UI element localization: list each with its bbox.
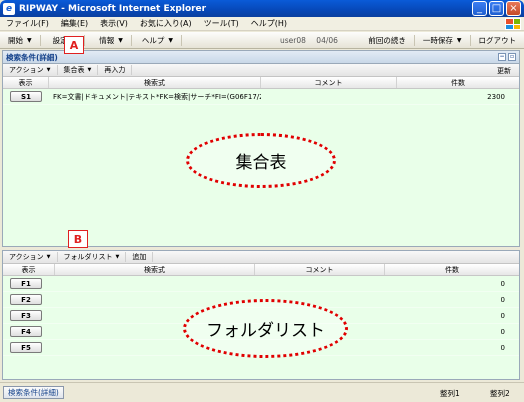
menu-bar: ファイル(F) 編集(E) 表示(V) お気に入り(A) ツール(T) ヘルプ(… [0, 17, 524, 31]
row-count: 0 [500, 279, 505, 288]
task-tab[interactable]: 検索条件(詳細) [3, 386, 64, 399]
close-icon[interactable]: × [506, 1, 521, 16]
add-label: 追加 [132, 253, 147, 261]
f3-button[interactable]: F3 [10, 310, 42, 321]
window-titlebar: e RIPWAY - Microsoft Internet Explorer [0, 0, 524, 17]
restore-icon[interactable]: ▫ [508, 53, 516, 61]
menu-view[interactable]: 表示(V) [100, 18, 128, 29]
s1-button[interactable]: S1 [10, 91, 42, 102]
callout-a: A [64, 36, 84, 54]
row-display-cell: S1 [3, 91, 49, 102]
col-comment[interactable]: コメント [255, 264, 385, 275]
re-enter-label: 再入力 [104, 66, 126, 74]
col-formula[interactable]: 検索式 [55, 264, 255, 275]
chevron-down-icon: ▼ [456, 37, 462, 44]
folder-toolbar: アクション ▼ フォルダリスト ▼ 追加 [3, 251, 519, 264]
folder-list-menu[interactable]: フォルダリスト ▼ [58, 252, 127, 262]
window-title: RIPWAY - Microsoft Internet Explorer [19, 3, 207, 14]
col-display[interactable]: 表示 [3, 264, 55, 275]
ie-icon: e [3, 2, 15, 15]
col-comment[interactable]: コメント [261, 77, 397, 88]
temp-save-button[interactable]: 一時保存 ▼ [415, 35, 471, 46]
re-enter-button[interactable]: 再入力 [98, 65, 133, 75]
status-cell-2: 整列2 [490, 389, 510, 398]
folder-list-label: フォルダリスト [63, 253, 113, 261]
minimize-icon[interactable]: _ [472, 1, 487, 16]
nav-start[interactable]: 開始 ▼ [0, 34, 41, 46]
row-display-cell: F2 [3, 294, 49, 305]
nav-info-label: 情報 [99, 35, 115, 45]
search-grid-header: 表示 検索式 コメント 件数 [3, 77, 519, 89]
chevron-down-icon: ▼ [115, 254, 120, 260]
f5-button[interactable]: F5 [10, 342, 42, 353]
f2-button[interactable]: F2 [10, 294, 42, 305]
chevron-down-icon: ▼ [168, 36, 173, 44]
table-row[interactable]: S1 FK=文書|ドキュメント|テキスト*FK=検索|サーチ*FI=(G06F1… [3, 89, 519, 105]
f4-button[interactable]: F4 [10, 326, 42, 337]
logout-button[interactable]: ログアウト [471, 35, 524, 46]
folder-grid-header: 表示 検索式 コメント 件数 [3, 264, 519, 276]
nav-right: 前回の続き 一時保存 ▼ ログアウト [360, 32, 524, 49]
logout-label: ログアウト [478, 36, 517, 45]
search-toolbar: アクション ▼ 集合表 ▼ 再入力 更新 [3, 64, 519, 77]
chevron-down-icon: ▼ [87, 67, 92, 73]
row-formula: FK=文書|ドキュメント|テキスト*FK=検索|サーチ*FI=(G06F17/2… [53, 92, 261, 101]
row-display-cell: F1 [3, 278, 49, 289]
table-row[interactable]: F1 0 [3, 276, 519, 292]
nav-help[interactable]: ヘルプ ▼ [132, 34, 182, 46]
row-display-cell: F4 [3, 326, 49, 337]
menu-favorites[interactable]: お気に入り(A) [140, 18, 192, 29]
user-info: user08 04/06 [280, 36, 346, 45]
temp-save-label: 一時保存 [422, 36, 453, 45]
status-bar: 検索条件(詳細) 整列1 整列2 [0, 382, 524, 402]
folder-action-label: アクション [9, 253, 44, 261]
nav-info[interactable]: 情報 ▼ [85, 34, 132, 46]
col-formula[interactable]: 検索式 [49, 77, 261, 88]
chevron-down-icon: ▼ [46, 254, 51, 260]
col-display[interactable]: 表示 [3, 77, 49, 88]
callout-b: B [68, 230, 88, 248]
f1-button[interactable]: F1 [10, 278, 42, 289]
menu-edit[interactable]: 編集(E) [61, 18, 88, 29]
resume-label: 前回の続き [368, 36, 406, 45]
set-table-label: 集合表 [63, 66, 85, 74]
collapse-icon[interactable]: − [498, 53, 506, 61]
menu-tools[interactable]: ツール(T) [204, 18, 239, 29]
nav-start-label: 開始 [8, 35, 23, 45]
folder-list-bubble: フォルダリスト [183, 299, 348, 358]
set-table-bubble: 集合表 [186, 133, 336, 188]
menu-help[interactable]: ヘルプ(H) [251, 18, 287, 29]
window-controls: _ □ × [472, 1, 521, 16]
user-date: 04/06 [316, 36, 338, 45]
menu-file[interactable]: ファイル(F) [6, 18, 49, 29]
action-label: アクション [9, 66, 44, 74]
panel-title: 検索条件(詳細) [6, 52, 58, 62]
status-cell-1: 整列1 [440, 389, 460, 398]
row-count: 2300 [487, 92, 505, 101]
chevron-down-icon: ▼ [27, 36, 32, 44]
panel-controls: − ▫ [498, 53, 516, 61]
col-count[interactable]: 件数 [385, 264, 519, 275]
refresh-button[interactable]: 更新 [497, 66, 511, 76]
nav-help-label: ヘルプ [141, 35, 165, 45]
chevron-down-icon: ▼ [118, 36, 123, 44]
windows-logo-icon [505, 18, 521, 30]
user-name: user08 [280, 36, 306, 45]
chevron-down-icon: ▼ [46, 67, 51, 73]
add-button[interactable]: 追加 [126, 252, 154, 262]
resume-button[interactable]: 前回の続き [360, 35, 415, 46]
col-count[interactable]: 件数 [397, 77, 519, 88]
set-table-menu[interactable]: 集合表 ▼ [58, 65, 99, 75]
action-menu[interactable]: アクション ▼ [3, 65, 58, 75]
maximize-icon[interactable]: □ [489, 1, 504, 16]
folder-action-menu[interactable]: アクション ▼ [3, 252, 58, 262]
row-display-cell: F5 [3, 342, 49, 353]
row-display-cell: F3 [3, 310, 49, 321]
